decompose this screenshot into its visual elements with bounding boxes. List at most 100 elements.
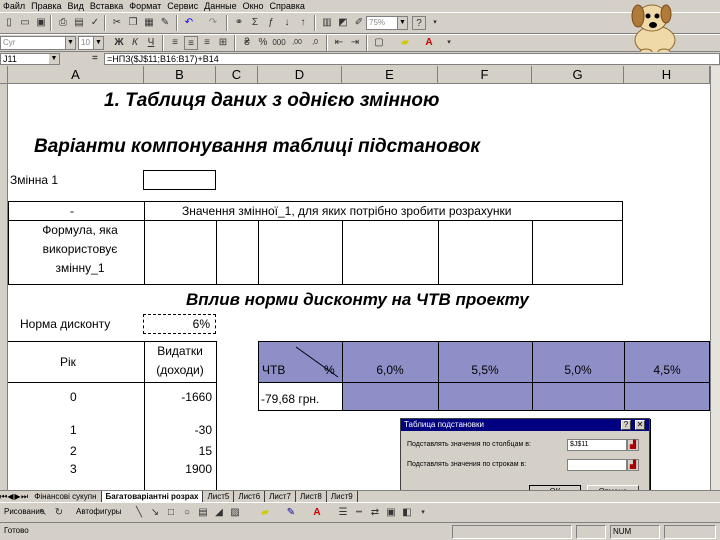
- undo-icon[interactable]: ↶: [182, 16, 196, 30]
- preview-icon[interactable]: ▤: [72, 16, 86, 30]
- close-icon[interactable]: ✕: [635, 420, 645, 430]
- toolbar-options-icon[interactable]: ▾: [416, 506, 430, 520]
- first-sheet-icon[interactable]: ⏮: [0, 491, 7, 502]
- vertical-scrollbar[interactable]: [710, 66, 720, 490]
- italic-icon[interactable]: К: [128, 36, 142, 50]
- sort-asc-icon[interactable]: ↓: [280, 16, 294, 30]
- prev-sheet-icon[interactable]: ◀: [7, 491, 14, 502]
- function-icon[interactable]: ƒ: [264, 16, 278, 30]
- map-icon[interactable]: ◩: [336, 16, 350, 30]
- column-header-d[interactable]: D: [258, 66, 342, 84]
- rectangle-icon[interactable]: □: [164, 506, 178, 520]
- column-header-f[interactable]: F: [438, 66, 532, 84]
- underline-icon[interactable]: Ч: [144, 36, 158, 50]
- align-left-icon[interactable]: ≡: [168, 36, 182, 50]
- tab-multivariant[interactable]: Багатоваріантні розрах: [101, 491, 204, 502]
- increase-decimal-icon[interactable]: ,00: [290, 36, 304, 50]
- new-icon[interactable]: ▯: [2, 16, 16, 30]
- decrease-decimal-icon[interactable]: ,0: [308, 36, 322, 50]
- menu-format[interactable]: Формат: [126, 0, 164, 12]
- merge-center-icon[interactable]: ⊞: [216, 36, 230, 50]
- help-icon[interactable]: ?: [621, 420, 631, 430]
- autoshapes-menu[interactable]: Автофигуры: [76, 507, 122, 516]
- arrow-style-icon[interactable]: ⇄: [368, 506, 382, 520]
- 3d-icon[interactable]: ◧: [400, 506, 414, 520]
- shadow-icon[interactable]: ▣: [384, 506, 398, 520]
- next-sheet-icon[interactable]: ▶: [14, 491, 21, 502]
- align-center-icon[interactable]: ≡: [184, 36, 198, 50]
- rotate-icon[interactable]: ↻: [52, 506, 66, 520]
- menu-edit[interactable]: Правка: [28, 0, 64, 12]
- toolbar-options-icon[interactable]: ▾: [442, 36, 456, 50]
- tab-list8[interactable]: Лист8: [296, 491, 327, 502]
- clipart-icon[interactable]: ▨: [228, 506, 242, 520]
- tab-list5[interactable]: Лист5: [203, 491, 235, 502]
- formula-input[interactable]: =НПЗ($J$11;B16:B17)+B14: [104, 53, 720, 65]
- line-style-icon[interactable]: ☰: [336, 506, 350, 520]
- sort-desc-icon[interactable]: ↑: [296, 16, 310, 30]
- comma-style-icon[interactable]: 000: [272, 36, 286, 50]
- font-color-icon[interactable]: A: [422, 36, 436, 50]
- toolbar-options-icon[interactable]: ▾: [428, 16, 442, 30]
- select-all-corner[interactable]: [0, 66, 8, 84]
- decrease-indent-icon[interactable]: ⇤: [332, 36, 346, 50]
- row-input-field[interactable]: [567, 459, 627, 471]
- var1-input-cell[interactable]: [143, 170, 216, 190]
- currency-icon[interactable]: ₴: [240, 36, 254, 50]
- font-color-icon[interactable]: A: [310, 506, 324, 520]
- autosum-icon[interactable]: Σ: [248, 16, 262, 30]
- open-icon[interactable]: ▭: [18, 16, 32, 30]
- column-header-h[interactable]: H: [624, 66, 710, 84]
- spell-icon[interactable]: ✓: [88, 16, 102, 30]
- drawing-icon[interactable]: ✐: [352, 16, 366, 30]
- redo-icon[interactable]: ↷: [206, 16, 220, 30]
- column-header-a[interactable]: A: [8, 66, 144, 84]
- print-icon[interactable]: ⎙: [56, 16, 70, 30]
- menu-file[interactable]: Файл: [0, 0, 28, 12]
- textbox-icon[interactable]: ▤: [196, 506, 210, 520]
- save-icon[interactable]: ▣: [34, 16, 48, 30]
- increase-indent-icon[interactable]: ⇥: [348, 36, 362, 50]
- column-header-g[interactable]: G: [532, 66, 624, 84]
- menu-data[interactable]: Данные: [201, 0, 240, 12]
- office-assistant-icon[interactable]: ?: [412, 16, 426, 30]
- column-header-b[interactable]: B: [144, 66, 216, 84]
- zoom-combo[interactable]: 75% ▼: [366, 16, 408, 30]
- hyperlink-icon[interactable]: ⚭: [232, 16, 246, 30]
- dash-style-icon[interactable]: ┅: [352, 506, 366, 520]
- font-size-combo[interactable]: 10 ▼: [78, 36, 104, 50]
- collapse-dialog-icon[interactable]: ▟: [627, 459, 639, 471]
- tab-list9[interactable]: Лист9: [327, 491, 358, 502]
- menu-tools[interactable]: Сервис: [164, 0, 201, 12]
- menu-insert[interactable]: Вставка: [87, 0, 126, 12]
- font-name-combo[interactable]: Cyr ▼: [0, 36, 76, 50]
- column-header-e[interactable]: E: [342, 66, 438, 84]
- tab-list7[interactable]: Лист7: [265, 491, 297, 502]
- fill-color-icon[interactable]: ▰: [258, 506, 272, 520]
- tab-fin[interactable]: Фінансові сукупн: [30, 491, 102, 502]
- borders-icon[interactable]: ▢: [372, 36, 386, 50]
- bold-icon[interactable]: Ж: [112, 36, 126, 50]
- office-assistant-dog-icon[interactable]: [622, 0, 688, 56]
- name-box[interactable]: J11 ▼: [0, 53, 60, 65]
- column-header-c[interactable]: C: [216, 66, 258, 84]
- arrow-icon[interactable]: ↘: [148, 506, 162, 520]
- copy-icon[interactable]: ❐: [126, 16, 140, 30]
- paste-icon[interactable]: ▦: [142, 16, 156, 30]
- line-icon[interactable]: ╲: [132, 506, 146, 520]
- menu-help[interactable]: Справка: [267, 0, 308, 12]
- tab-list6[interactable]: Лист6: [234, 491, 266, 502]
- cut-icon[interactable]: ✂: [110, 16, 124, 30]
- fill-color-icon[interactable]: ▰: [398, 36, 412, 50]
- align-right-icon[interactable]: ≡: [200, 36, 214, 50]
- menu-view[interactable]: Вид: [65, 0, 87, 12]
- format-painter-icon[interactable]: ✎: [158, 16, 172, 30]
- wordart-icon[interactable]: ◢: [212, 506, 226, 520]
- oval-icon[interactable]: ○: [180, 506, 194, 520]
- last-sheet-icon[interactable]: ⏭: [21, 491, 28, 502]
- column-input-field[interactable]: $J$11: [567, 439, 627, 451]
- collapse-dialog-icon[interactable]: ▟: [627, 439, 639, 451]
- select-objects-icon[interactable]: ↖: [36, 506, 50, 520]
- line-color-icon[interactable]: ✎: [284, 506, 298, 520]
- percent-icon[interactable]: %: [256, 36, 270, 50]
